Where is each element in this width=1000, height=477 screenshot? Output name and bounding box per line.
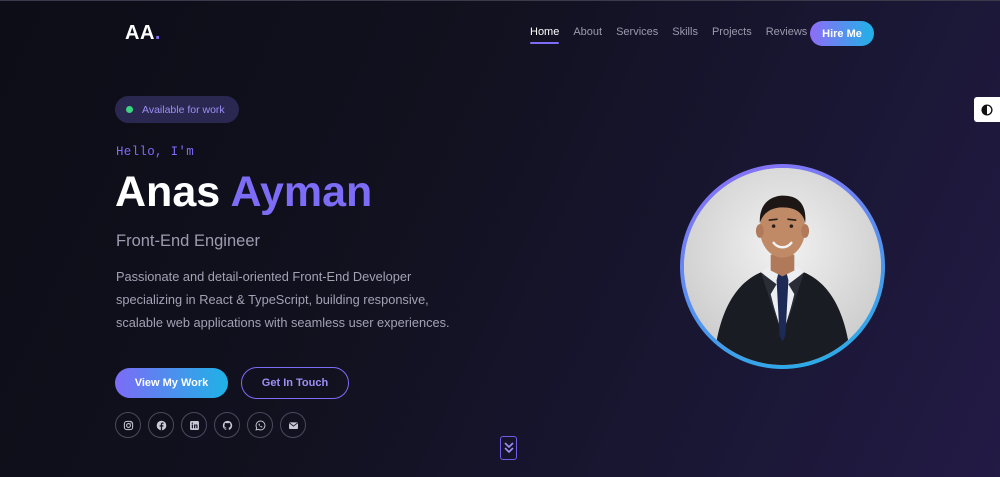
site-logo[interactable]: AA. [125,22,161,45]
instagram-link[interactable] [115,412,141,438]
linkedin-link[interactable] [181,412,207,438]
nav-services[interactable]: Services [616,26,658,44]
job-title: Front-End Engineer [116,232,260,250]
last-name: Ayman [230,168,373,216]
profile-photo-frame [680,164,885,369]
hero-name: Anas Ayman [115,166,372,218]
contrast-icon [981,103,993,116]
email-link[interactable] [280,412,306,438]
email-icon [288,421,298,429]
view-my-work-button[interactable]: View My Work [115,368,228,398]
whatsapp-icon [254,420,265,431]
instagram-icon [123,420,133,430]
whatsapp-link[interactable] [247,412,273,438]
nav-projects[interactable]: Projects [712,26,752,44]
nav-about[interactable]: About [573,26,602,44]
theme-toggle-button[interactable] [974,97,1000,122]
status-dot [126,106,133,113]
nav-home[interactable]: Home [530,26,560,44]
nav-skills[interactable]: Skills [672,26,698,44]
first-name: Anas [115,168,221,216]
nav-reviews[interactable]: Reviews [766,26,808,44]
hero-description: Passionate and detail-oriented Front-End… [116,269,450,330]
facebook-link[interactable] [148,412,174,438]
availability-badge: Available for work [115,96,239,123]
facebook-icon [156,420,166,430]
github-icon [222,420,232,430]
chevrons-down-icon [504,442,513,453]
logo-text: AA [125,22,155,44]
availability-text: Available for work [142,103,225,116]
profile-photo [684,168,881,365]
scroll-down-button[interactable] [500,436,517,460]
window-top-border [0,0,1000,1]
main-nav: Home About Services Skills Projects Revi… [530,26,807,44]
greeting-text: Hello, I'm [116,145,195,159]
linkedin-icon [189,420,199,430]
logo-dot: . [154,22,161,44]
person-in-suit-illustration [684,168,881,365]
social-links [115,412,306,438]
github-link[interactable] [214,412,240,438]
get-in-touch-button[interactable]: Get In Touch [241,367,349,399]
hire-me-button[interactable]: Hire Me [810,21,874,46]
